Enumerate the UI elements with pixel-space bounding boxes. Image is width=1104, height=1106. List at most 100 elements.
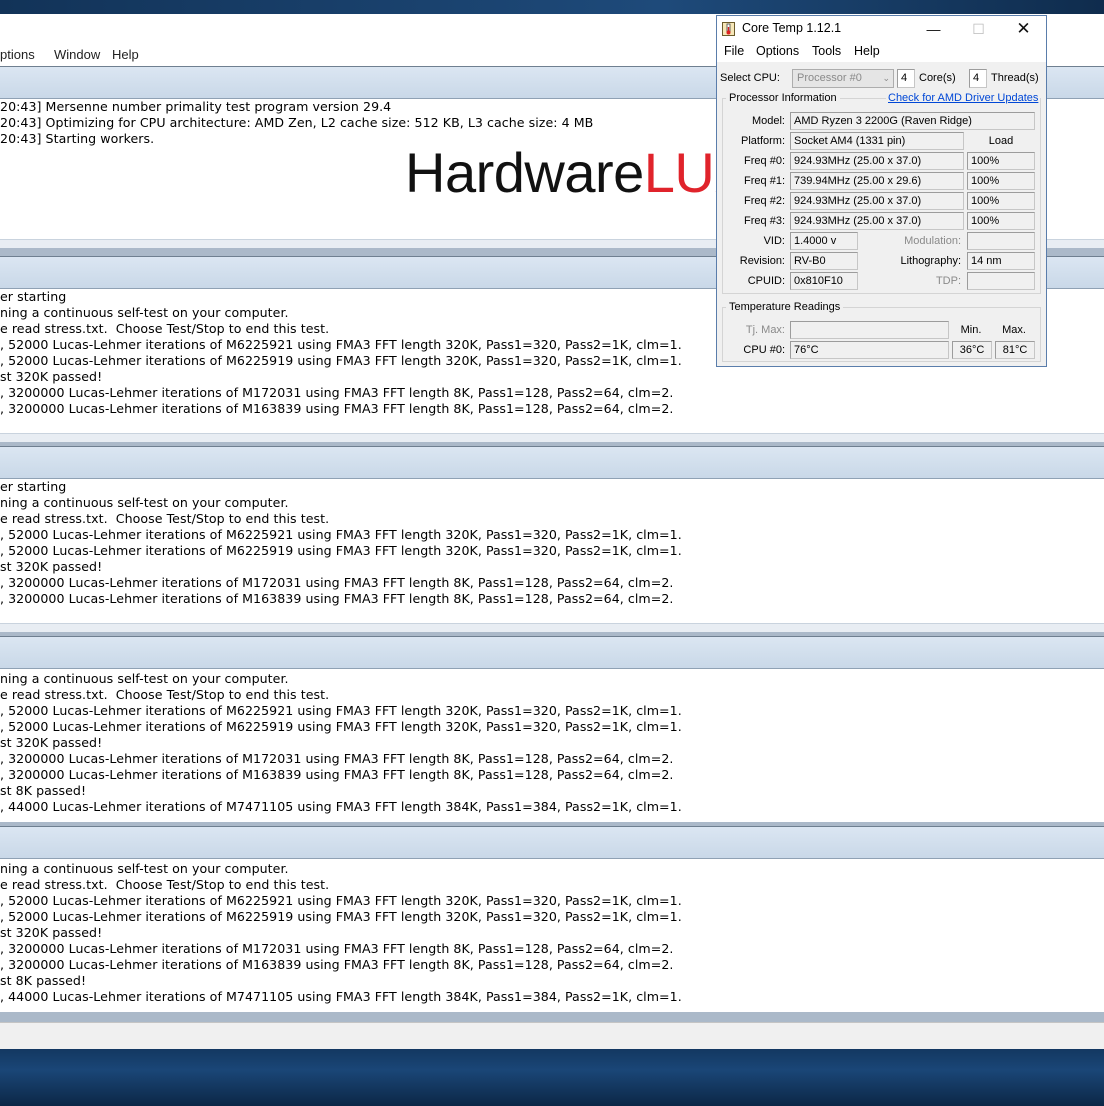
log-line: , 3200000 Lucas-Lehmer iterations of M17… <box>0 575 674 590</box>
log-line: er starting <box>0 289 67 304</box>
minimize-button[interactable]: — <box>911 16 956 42</box>
vid-value: 1.4000 v <box>790 232 858 250</box>
log-line: st 320K passed! <box>0 735 103 750</box>
log-bottom-edge <box>0 623 1104 632</box>
log-line: , 52000 Lucas-Lehmer iterations of M6225… <box>0 909 682 924</box>
platform-value: Socket AM4 (1331 pin) <box>790 132 964 150</box>
log-line: st 320K passed! <box>0 925 103 940</box>
log-line: ning a continuous self-test on your comp… <box>0 861 289 876</box>
log-line: , 3200000 Lucas-Lehmer iterations of M16… <box>0 401 674 416</box>
tdp-label: TDP: <box>935 275 961 287</box>
log-line: , 52000 Lucas-Lehmer iterations of M6225… <box>0 893 682 908</box>
log-line: , 3200000 Lucas-Lehmer iterations of M16… <box>0 957 674 972</box>
processor-select[interactable]: Processor #0 ⌄ <box>792 69 894 88</box>
coretemp-title: Core Temp 1.12.1 <box>742 21 842 35</box>
log-line: ning a continuous self-test on your comp… <box>0 671 289 686</box>
freq-0-load: 100% <box>967 152 1035 170</box>
min-header: Min. <box>960 324 982 336</box>
log-line: st 320K passed! <box>0 369 103 384</box>
worker-4-log: ning a continuous self-test on your comp… <box>0 859 1104 1012</box>
coretemp-titlebar[interactable]: Core Temp 1.12.1 — ☐ ✕ <box>717 16 1046 42</box>
log-line: st 320K passed! <box>0 559 103 574</box>
cores-count: 4 <box>897 69 915 88</box>
freq-2-value: 924.93MHz (25.00 x 37.0) <box>790 192 964 210</box>
threads-label: Thread(s) <box>991 72 1039 84</box>
coretemp-menu-bar: File Options Tools Help <box>717 42 1046 62</box>
worker-4-window: ning a continuous self-test on your comp… <box>0 826 1104 1012</box>
log-line: , 52000 Lucas-Lehmer iterations of M6225… <box>0 527 682 542</box>
lithography-value: 14 nm <box>967 252 1035 270</box>
worker-3-window: ning a continuous self-test on your comp… <box>0 636 1104 822</box>
max-header: Max. <box>1002 324 1026 336</box>
menu-file[interactable]: File <box>724 44 744 58</box>
worker-2-log: er starting ning a continuous self-test … <box>0 479 1104 632</box>
cpu0-max-temp: 81°C <box>995 341 1035 359</box>
log-line: er starting <box>0 479 67 494</box>
modulation-value <box>967 232 1035 250</box>
menu-tools[interactable]: Tools <box>812 44 841 58</box>
freq-3-value: 924.93MHz (25.00 x 37.0) <box>790 212 964 230</box>
maximize-button[interactable]: ☐ <box>956 16 1001 42</box>
freq-2-label: Freq #2: <box>744 195 785 207</box>
log-bottom-edge <box>0 433 1104 442</box>
lithography-label: Lithography: <box>900 255 961 267</box>
freq-1-value: 739.94MHz (25.00 x 29.6) <box>790 172 964 190</box>
worker-2-window: er starting ning a continuous self-test … <box>0 446 1104 632</box>
log-line: 20:43] Mersenne number primality test pr… <box>0 99 392 114</box>
tjmax-label: Tj. Max: <box>745 324 785 336</box>
coretemp-window: Core Temp 1.12.1 — ☐ ✕ File Options Tool… <box>716 15 1047 367</box>
platform-label: Platform: <box>740 135 785 147</box>
log-line: , 52000 Lucas-Lehmer iterations of M6225… <box>0 719 682 734</box>
freq-1-label: Freq #1: <box>744 175 785 187</box>
model-label: Model: <box>751 115 785 127</box>
worker-3-titlebar[interactable] <box>0 636 1104 669</box>
freq-0-value: 924.93MHz (25.00 x 37.0) <box>790 152 964 170</box>
modulation-label: Modulation: <box>904 235 961 247</box>
log-line: , 3200000 Lucas-Lehmer iterations of M17… <box>0 385 674 400</box>
select-cpu-label: Select CPU: <box>720 72 780 84</box>
log-line: , 52000 Lucas-Lehmer iterations of M6225… <box>0 337 682 352</box>
worker-4-titlebar[interactable] <box>0 826 1104 859</box>
cpuid-value: 0x810F10 <box>790 272 858 290</box>
log-line: e read stress.txt. Choose Test/Stop to e… <box>0 877 330 892</box>
log-line: , 52000 Lucas-Lehmer iterations of M6225… <box>0 703 682 718</box>
cpuid-label: CPUID: <box>747 275 785 287</box>
freq-3-load: 100% <box>967 212 1035 230</box>
log-line: ning a continuous self-test on your comp… <box>0 495 289 510</box>
freq-0-label: Freq #0: <box>744 155 785 167</box>
menu-options[interactable]: ptions <box>0 47 35 62</box>
menu-help[interactable]: Help <box>854 44 880 58</box>
worker-3-log: ning a continuous self-test on your comp… <box>0 669 1104 822</box>
log-line: , 44000 Lucas-Lehmer iterations of M7471… <box>0 799 682 814</box>
log-line: e read stress.txt. Choose Test/Stop to e… <box>0 511 330 526</box>
log-line: , 52000 Lucas-Lehmer iterations of M6225… <box>0 353 682 368</box>
log-line: , 52000 Lucas-Lehmer iterations of M6225… <box>0 543 682 558</box>
log-line: , 3200000 Lucas-Lehmer iterations of M17… <box>0 941 674 956</box>
menu-options[interactable]: Options <box>756 44 799 58</box>
desktop-background <box>0 0 1104 14</box>
cores-label: Core(s) <box>919 72 956 84</box>
log-line: e read stress.txt. Choose Test/Stop to e… <box>0 321 330 336</box>
log-line: , 3200000 Lucas-Lehmer iterations of M17… <box>0 751 674 766</box>
threads-count: 4 <box>969 69 987 88</box>
worker-2-titlebar[interactable] <box>0 446 1104 479</box>
freq-2-load: 100% <box>967 192 1035 210</box>
log-line: 20:43] Starting workers. <box>0 131 155 146</box>
close-button[interactable]: ✕ <box>1001 16 1046 42</box>
log-line: , 3200000 Lucas-Lehmer iterations of M16… <box>0 767 674 782</box>
cpu0-min-temp: 36°C <box>952 341 992 359</box>
temperature-label: Temperature Readings <box>726 301 844 313</box>
freq-1-load: 100% <box>967 172 1035 190</box>
load-header: Load <box>988 135 1014 147</box>
log-line: ning a continuous self-test on your comp… <box>0 305 289 320</box>
freq-3-label: Freq #3: <box>744 215 785 227</box>
processor-info-label: Processor Information <box>726 92 840 104</box>
driver-update-link[interactable]: Check for AMD Driver Updates <box>886 92 1041 104</box>
thermometer-app-icon <box>722 22 735 36</box>
log-line: st 8K passed! <box>0 973 87 988</box>
menu-help[interactable]: Help <box>112 47 139 62</box>
watermark-part-1: Hardware <box>405 141 644 204</box>
log-line: e read stress.txt. Choose Test/Stop to e… <box>0 687 330 702</box>
menu-window[interactable]: Window <box>54 47 100 62</box>
log-line: , 44000 Lucas-Lehmer iterations of M7471… <box>0 989 682 1004</box>
